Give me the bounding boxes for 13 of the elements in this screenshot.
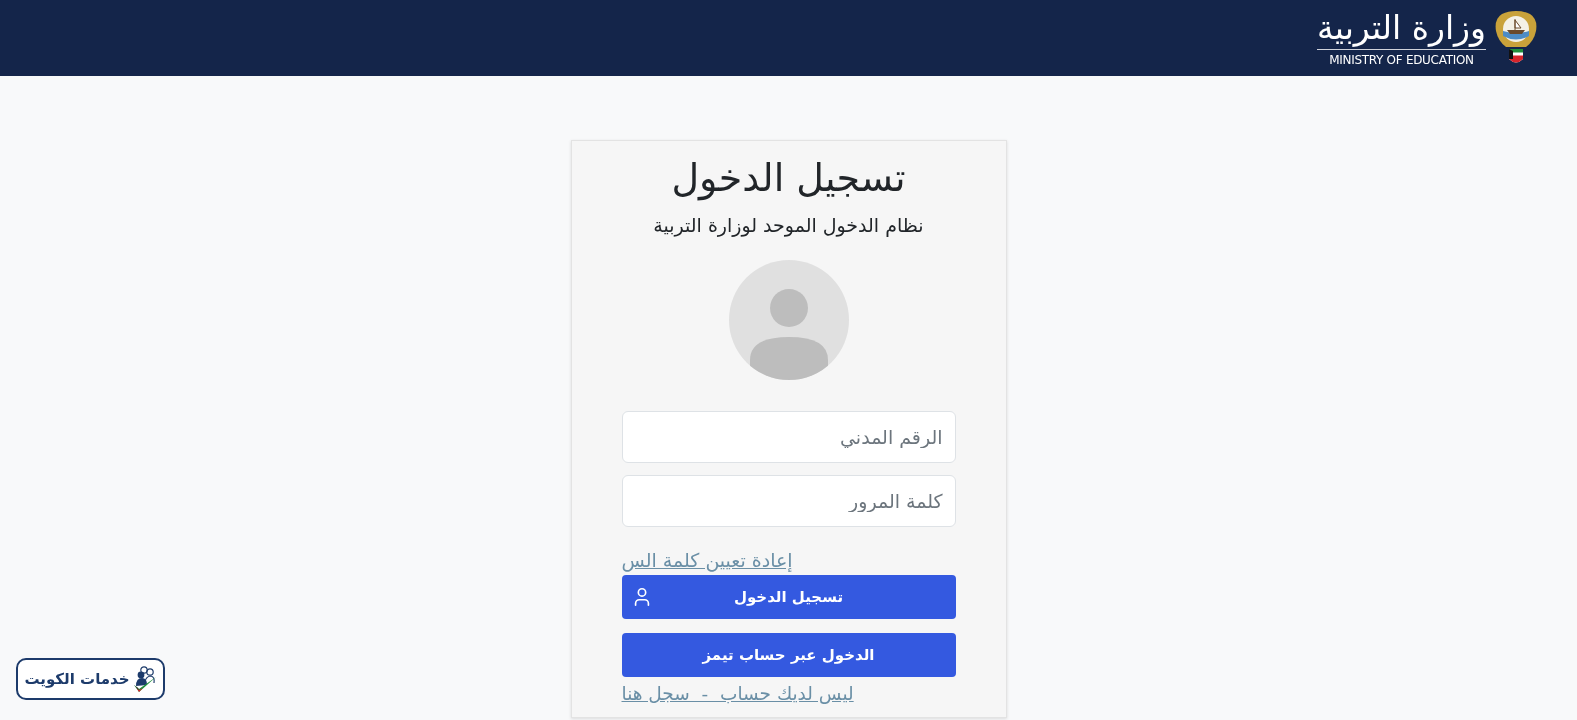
password-field[interactable]: كلمة المرور (621, 475, 956, 527)
logo-english-text: MINISTRY OF EDUCATION (1328, 53, 1475, 67)
login-button[interactable]: تسجيل الدخول (621, 575, 956, 619)
reset-password-link[interactable]: إعادة تعيين كلمة الس (621, 548, 793, 572)
civil-id-field[interactable]: الرقم المدني (621, 411, 956, 463)
login-title: تسجيل الدخول (670, 155, 907, 201)
login-subtitle: نظام الدخول الموحد لوزارة التربية (652, 213, 925, 239)
logo-arabic-text: وزارة التربية (1317, 9, 1486, 47)
kuwait-services-badge[interactable]: خدمات الكويت (16, 658, 165, 700)
teams-login-button[interactable]: الدخول عبر حساب تيمز (621, 633, 956, 677)
avatar-icon (728, 260, 849, 380)
people-check-icon (132, 664, 157, 694)
register-link[interactable]: ليس لديك حساب - سجل هنا (621, 682, 854, 706)
